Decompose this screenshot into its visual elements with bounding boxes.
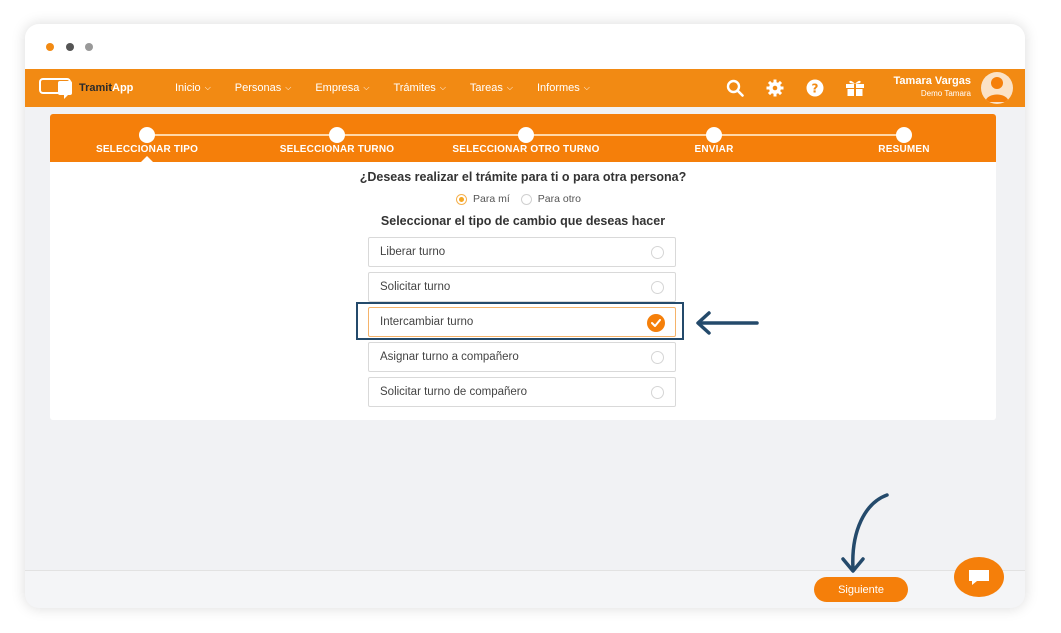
chat-bubble-icon [969, 570, 989, 585]
requester-question: ¿Deseas realizar el trámite para ti o pa… [359, 170, 687, 184]
radio-para-otro[interactable] [520, 193, 532, 205]
radio-circle-icon[interactable] [651, 386, 664, 399]
window-dot-dark[interactable] [66, 43, 74, 51]
nav-icons: ? [725, 69, 885, 107]
menu-item-informes[interactable]: Informes ⌵ [537, 82, 590, 94]
menu-item-empresa[interactable]: Empresa ⌵ [315, 82, 369, 94]
pointer-arrow-down-icon [841, 493, 889, 573]
radio-circle-icon[interactable] [651, 281, 664, 294]
option-label: Liberar turno [380, 246, 446, 258]
step-dot-2[interactable] [329, 127, 345, 143]
tramitapp-logo[interactable]: TramitApp [39, 76, 133, 100]
menu-item-personas[interactable]: Personas ⌵ [235, 82, 292, 94]
highlight-box [356, 302, 684, 340]
gear-icon[interactable] [765, 78, 785, 98]
chevron-down-icon: ⌵ [439, 83, 446, 92]
radio-para-mi[interactable] [456, 193, 467, 205]
requester-radio-group: Para mí Para otro [456, 193, 581, 205]
chevron-down-icon: ⌵ [285, 83, 292, 92]
chevron-down-icon: ⌵ [506, 83, 513, 92]
gift-icon[interactable] [845, 78, 865, 98]
step-dot-4[interactable] [706, 127, 722, 143]
radio-para-otro-label[interactable]: Para otro [538, 193, 581, 205]
search-icon[interactable] [725, 78, 745, 98]
step-dot-1[interactable] [139, 127, 155, 143]
user-avatar-icon [985, 77, 1009, 102]
step-label-seleccionar-turno: SELECCIONAR TURNO [279, 144, 395, 155]
radio-para-mi-label[interactable]: Para mí [473, 193, 510, 205]
step-label-seleccionar-otro-turno: SELECCIONAR OTRO TURNO [452, 144, 600, 155]
pointer-arrow-left-icon [696, 311, 759, 335]
help-icon[interactable]: ? [805, 78, 825, 98]
logo-chat-icon [39, 78, 72, 99]
option-label: Solicitar turno [380, 281, 451, 293]
step-label-seleccionar-tipo: SELECCIONAR TIPO [95, 144, 199, 155]
active-step-caret [140, 156, 154, 163]
step-label-enviar: ENVIAR [694, 144, 734, 155]
window-dot-gray[interactable] [85, 43, 93, 51]
option-solicitar-turno[interactable]: Solicitar turno [368, 272, 676, 302]
step-label-resumen: RESUMEN [878, 144, 930, 155]
option-liberar-turno[interactable]: Liberar turno [368, 237, 676, 267]
step-dot-3[interactable] [518, 127, 534, 143]
chevron-down-icon: ⌵ [583, 83, 590, 92]
option-solicitar-turno-companero[interactable]: Solicitar turno de compañero [368, 377, 676, 407]
user-company: Demo Tamara [920, 89, 971, 98]
step-dot-5[interactable] [896, 127, 912, 143]
app-window: TramitApp Inicio ⌵ Personas ⌵ Empresa ⌵ Trá… [25, 24, 1025, 608]
option-label: Solicitar turno de compañero [380, 386, 528, 398]
user-info[interactable]: Tamara Vargas Demo Tamara [883, 75, 971, 98]
window-chrome [25, 24, 1025, 69]
chevron-down-icon: ⌵ [204, 83, 211, 92]
radio-circle-icon[interactable] [651, 351, 664, 364]
next-button[interactable]: Siguiente [814, 577, 908, 602]
top-navbar: TramitApp Inicio ⌵ Personas ⌵ Empresa ⌵ Trá… [25, 69, 1025, 107]
chat-button[interactable] [954, 557, 1004, 597]
chevron-down-icon: ⌵ [363, 83, 370, 92]
wizard-card: SELECCIONAR TIPO SELECCIONAR TURNO SELEC… [50, 114, 996, 420]
change-type-title: Seleccionar el tipo de cambio que deseas… [380, 214, 666, 228]
option-asignar-turno-companero[interactable]: Asignar turno a compañero [368, 342, 676, 372]
wizard-stepper: SELECCIONAR TIPO SELECCIONAR TURNO SELEC… [50, 114, 996, 163]
menu-item-inicio[interactable]: Inicio ⌵ [175, 82, 211, 94]
option-label: Asignar turno a compañero [380, 351, 519, 363]
user-name: Tamara Vargas [893, 75, 971, 87]
main-menu: Inicio ⌵ Personas ⌵ Empresa ⌵ Trámites ⌵ Tar… [175, 69, 614, 107]
avatar[interactable] [981, 72, 1013, 104]
window-dot-orange[interactable] [46, 43, 54, 51]
logo-text: TramitApp [79, 82, 134, 94]
menu-item-tramites[interactable]: Trámites ⌵ [393, 82, 445, 94]
radio-circle-icon[interactable] [651, 246, 664, 259]
menu-item-tareas[interactable]: Tareas ⌵ [470, 82, 513, 94]
svg-text:?: ? [812, 81, 819, 95]
